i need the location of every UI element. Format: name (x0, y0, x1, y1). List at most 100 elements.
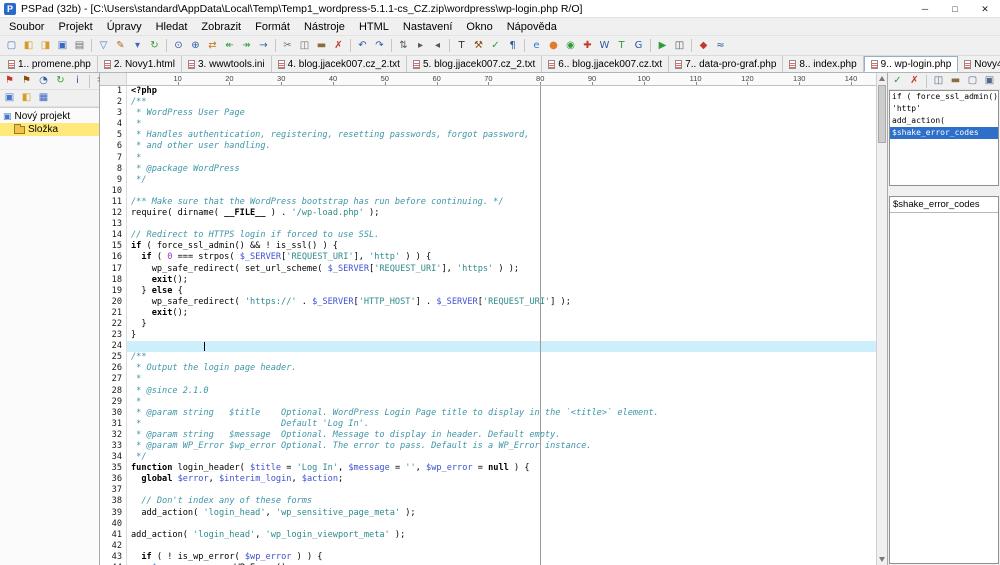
menu-item-10[interactable]: Okno (459, 18, 499, 36)
line-number[interactable]: 17 (100, 264, 127, 275)
clip-detail-item[interactable]: $shake_error_codes (890, 197, 998, 213)
clip-copy-icon[interactable]: ◫ (930, 73, 947, 89)
html-check-icon[interactable]: ✚ (579, 38, 596, 54)
undo-icon[interactable]: ↶ (354, 38, 371, 54)
find-in-files-icon[interactable]: ⊕ (187, 38, 204, 54)
clipboard-item[interactable]: add_action( (890, 115, 998, 127)
google-search-icon[interactable]: G (630, 38, 647, 54)
tab-7[interactable]: 7.. data-pro-graf.php (669, 56, 783, 72)
tab-5[interactable]: 5. blog.jjacek007.cz_2.txt (407, 56, 542, 72)
line-number[interactable]: 24 (100, 341, 127, 352)
tidy-icon[interactable]: T (613, 38, 630, 54)
edit-file-icon[interactable]: ✎ (112, 38, 129, 54)
replace-icon[interactable]: ⇄ (204, 38, 221, 54)
line-number[interactable]: 3 (100, 108, 127, 119)
clipboard-item[interactable]: 'http' (890, 103, 998, 115)
open-file-icon[interactable]: ◧ (20, 38, 37, 54)
line-number[interactable]: 20 (100, 297, 127, 308)
line-number[interactable]: 1 (100, 86, 127, 97)
tab-6[interactable]: 6.. blog.jjacek007.cz.txt (542, 56, 669, 72)
line-number[interactable]: 27 (100, 374, 127, 385)
flag-alt-icon[interactable]: ⚑ (18, 73, 35, 89)
delete-icon[interactable]: ✗ (330, 38, 347, 54)
timer-icon[interactable]: ◔ (35, 73, 52, 89)
code-area[interactable]: 1<?php2/**3 * WordPress User Page4 *5 * … (100, 86, 876, 565)
line-number[interactable]: 39 (100, 508, 127, 519)
line-number[interactable]: 5 (100, 130, 127, 141)
flag-icon[interactable]: ⚑ (1, 73, 18, 89)
paste-icon[interactable]: ▬ (313, 38, 330, 54)
tab-9[interactable]: 9.. wp-login.php (864, 56, 959, 72)
line-number[interactable]: 33 (100, 441, 127, 452)
line-number[interactable]: 23 (100, 330, 127, 341)
line-number[interactable]: 8 (100, 164, 127, 175)
line-number[interactable]: 11 (100, 197, 127, 208)
info-icon[interactable]: i (69, 73, 86, 89)
line-number[interactable]: 4 (100, 119, 127, 130)
w3c-validate-icon[interactable]: W (596, 38, 613, 54)
scrollbar-thumb[interactable] (878, 85, 886, 143)
sort-lines-icon[interactable]: ⇅ (395, 38, 412, 54)
line-number[interactable]: 26 (100, 363, 127, 374)
indent-icon[interactable]: ▸ (412, 38, 429, 54)
menu-item-6[interactable]: Formát (248, 18, 297, 36)
find-icon[interactable]: ⊙ (170, 38, 187, 54)
line-number[interactable]: 2 (100, 97, 127, 108)
panels-toggle-icon[interactable]: ◫ (671, 38, 688, 54)
cut-icon[interactable]: ✂ (279, 38, 296, 54)
change-case-icon[interactable]: T (453, 38, 470, 54)
maximize-button[interactable]: □ (940, 0, 970, 18)
line-number[interactable]: 13 (100, 219, 127, 230)
copy-icon[interactable]: ◫ (296, 38, 313, 54)
menu-item-7[interactable]: Nástroje (297, 18, 352, 36)
line-number[interactable]: 36 (100, 474, 127, 485)
find-next-icon[interactable]: ↠ (238, 38, 255, 54)
tab-4[interactable]: 4. blog.jjacek007.cz_2.txt (272, 56, 407, 72)
scrollbar-track[interactable] (877, 84, 887, 554)
menu-item-4[interactable]: Hledat (149, 18, 195, 36)
line-number[interactable]: 41 (100, 530, 127, 541)
project-tree[interactable]: ▣Nový projektSložka (0, 107, 99, 565)
line-number[interactable]: 28 (100, 386, 127, 397)
new-file-icon[interactable]: ▢ (3, 38, 20, 54)
line-number[interactable]: 6 (100, 141, 127, 152)
line-number[interactable]: 40 (100, 519, 127, 530)
tab-8[interactable]: 8.. index.php (783, 56, 863, 72)
line-number[interactable]: 9 (100, 175, 127, 186)
line-number[interactable]: 21 (100, 308, 127, 319)
project-open-icon[interactable]: ◧ (18, 90, 35, 106)
line-number[interactable]: 14 (100, 230, 127, 241)
tab-10[interactable]: Novy4.html (958, 56, 1000, 72)
clip-save-icon[interactable]: ▣ (981, 73, 998, 89)
line-number[interactable]: 15 (100, 241, 127, 252)
menu-item-11[interactable]: Nápověda (500, 18, 564, 36)
text-diff-icon[interactable]: ≈ (712, 38, 729, 54)
line-number[interactable]: 31 (100, 419, 127, 430)
minimize-button[interactable]: ─ (910, 0, 940, 18)
redo-icon[interactable]: ↷ (371, 38, 388, 54)
menu-item-1[interactable]: Soubor (2, 18, 51, 36)
project-save-icon[interactable]: ▦ (35, 90, 52, 106)
line-number[interactable]: 42 (100, 541, 127, 552)
close-button[interactable]: ✕ (970, 0, 1000, 18)
line-number[interactable]: 29 (100, 397, 127, 408)
tree-item[interactable]: Složka (0, 123, 99, 136)
scroll-up-arrow-icon[interactable] (877, 73, 887, 84)
project-new-icon[interactable]: ▣ (1, 90, 18, 106)
goto-line-icon[interactable]: → (255, 38, 272, 54)
find-previous-icon[interactable]: ↞ (221, 38, 238, 54)
add-favorite-icon[interactable]: ◨ (37, 38, 54, 54)
browser-preview-icon[interactable]: ◉ (562, 38, 579, 54)
clip-detail-panel[interactable]: $shake_error_codes (889, 196, 999, 564)
line-number[interactable]: 34 (100, 452, 127, 463)
cancel-icon[interactable]: ✗ (906, 73, 923, 89)
save-as-icon[interactable]: ▾ (129, 38, 146, 54)
tree-item[interactable]: ▣Nový projekt (0, 110, 99, 123)
line-number[interactable]: 18 (100, 275, 127, 286)
macro-icon[interactable]: ◆ (695, 38, 712, 54)
menu-item-2[interactable]: Projekt (51, 18, 99, 36)
editor-vertical-scrollbar[interactable] (876, 73, 887, 565)
tab-1[interactable]: 1.. promene.php (2, 56, 98, 72)
tab-3[interactable]: 3. wwwtools.ini (182, 56, 272, 72)
new-from-template-icon[interactable]: ▽ (95, 38, 112, 54)
